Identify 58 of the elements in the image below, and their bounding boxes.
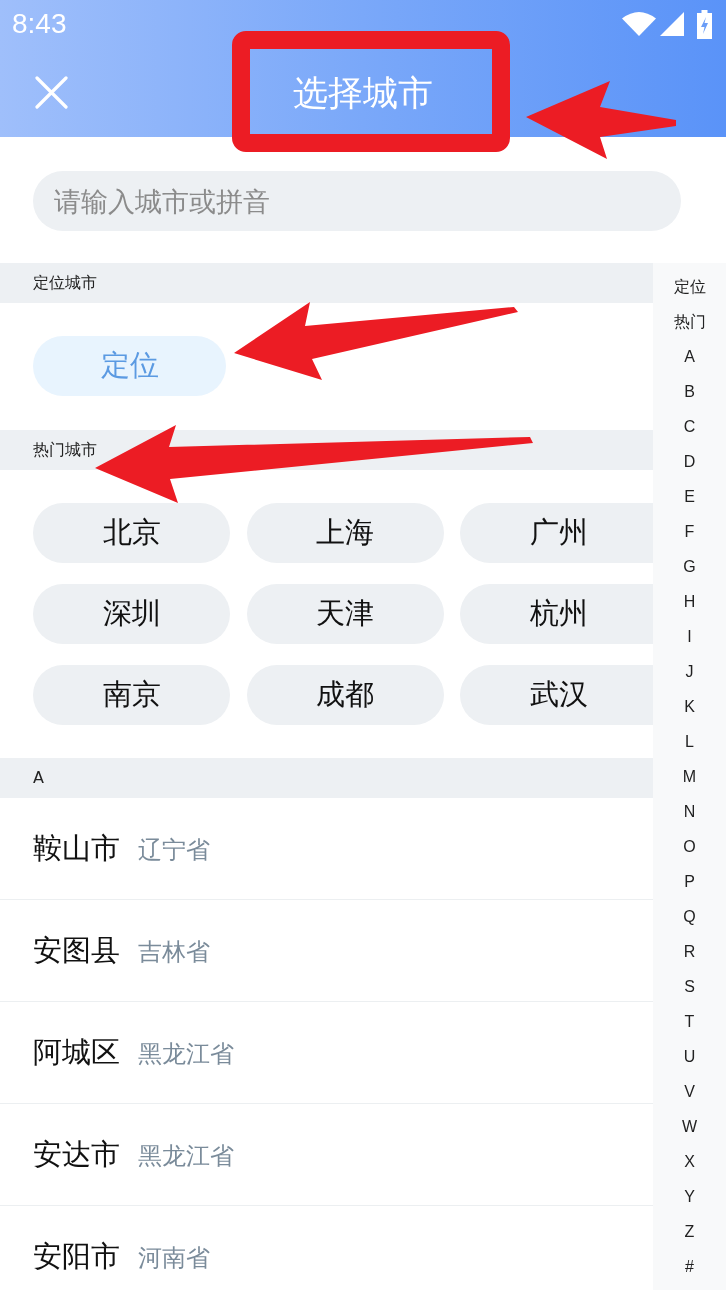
province-name: 辽宁省 [138,836,210,864]
index-letter[interactable]: W [681,1109,698,1144]
city-button[interactable]: 武汉 [460,665,653,725]
city-name: 鞍山市 [33,831,120,865]
close-icon[interactable] [35,76,68,109]
index-letter[interactable]: P [684,864,695,899]
battery-icon [697,9,712,39]
city-name: 安阳市 [33,1239,120,1273]
status-time: 8:43 [12,10,67,38]
index-letter[interactable]: O [683,829,696,864]
city-name: 安图县 [33,933,120,967]
index-letter[interactable]: A [684,339,695,374]
city-button[interactable]: 杭州 [460,584,653,644]
index-letter[interactable]: D [683,444,696,479]
index-letter[interactable]: Z [684,1214,695,1249]
signal-icon [660,12,684,36]
index-letter[interactable]: H [683,584,696,619]
search-field[interactable]: 请输入城市或拼音 [33,171,681,231]
index-letter[interactable]: T [684,1004,695,1039]
province-name: 吉林省 [138,938,210,966]
index-letter[interactable]: U [683,1039,696,1074]
index-letter[interactable]: F [684,514,695,549]
index-letter[interactable]: B [684,374,695,409]
index-letter[interactable]: N [683,794,696,829]
section-title: A [33,768,44,788]
city-button[interactable]: 广州 [460,503,653,563]
index-letter[interactable]: G [683,549,696,584]
section-title: 定位城市 [33,273,97,293]
index-letter[interactable]: J [685,654,694,689]
city-button[interactable]: 北京 [33,503,230,563]
city-name: 阿城区 [33,1035,120,1069]
city-name: 安达市 [33,1137,120,1171]
city-button[interactable]: 南京 [33,665,230,725]
index-letter[interactable]: I [687,619,692,654]
index-letter[interactable]: Q [683,899,696,934]
index-letter[interactable]: X [684,1144,695,1179]
index-letter[interactable]: Y [684,1179,695,1214]
province-name: 河南省 [138,1244,210,1272]
section-title: 热门城市 [33,440,97,460]
province-name: 黑龙江省 [138,1142,234,1170]
wifi-icon [622,12,656,36]
index-letter[interactable]: R [683,934,696,969]
index-letter[interactable]: L [685,724,694,759]
page-title: 选择城市 [293,71,433,114]
index-letter[interactable]: S [684,969,695,1004]
index-letter[interactable]: C [683,409,696,444]
index-letter[interactable]: K [684,689,695,724]
city-button[interactable]: 天津 [246,584,444,644]
province-name: 黑龙江省 [138,1040,234,1068]
index-letter[interactable]: 定位 [673,269,706,304]
index-letter[interactable]: V [684,1074,695,1109]
index-letter[interactable]: # [685,1249,694,1284]
city-button[interactable]: 深圳 [33,584,230,644]
index-letter[interactable]: M [682,759,697,794]
index-letter[interactable]: 热门 [673,304,706,339]
index-letter[interactable]: E [684,479,695,514]
city-button[interactable]: 上海 [246,503,444,563]
city-button[interactable]: 成都 [246,665,444,725]
